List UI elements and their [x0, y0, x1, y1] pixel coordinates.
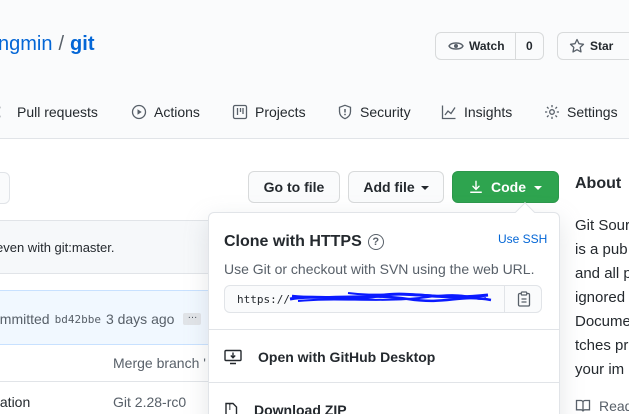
- readme-label: Read: [599, 398, 629, 414]
- clone-title-text: Clone with HTTPS: [224, 233, 362, 250]
- download-zip-label: Download ZIP: [254, 402, 347, 414]
- use-ssh-link[interactable]: Use SSH: [498, 232, 547, 246]
- tab-pull-requests[interactable]: Pull requests: [0, 104, 98, 120]
- clone-title: Clone with HTTPS ?: [224, 233, 384, 251]
- tab-actions[interactable]: Actions: [131, 104, 200, 120]
- tab-security[interactable]: Security: [337, 104, 411, 120]
- file-name-link[interactable]: tation: [0, 394, 30, 410]
- file-zip-icon: [225, 402, 238, 414]
- file-commit-message[interactable]: Git 2.28-rc0: [113, 394, 186, 410]
- shield-icon: [338, 104, 352, 120]
- dropdown-divider: [208, 329, 560, 330]
- desktop-download-icon: [224, 349, 242, 365]
- about-line: and all p: [575, 265, 629, 282]
- question-icon[interactable]: ?: [367, 234, 384, 250]
- dropdown-divider: [208, 382, 560, 383]
- about-line: ignored: [575, 289, 626, 306]
- eye-icon: [448, 42, 464, 50]
- clone-subtitle: Use Git or checkout with SVN using the w…: [224, 261, 535, 277]
- book-icon: [575, 399, 591, 412]
- repo-title: ngmin / git: [0, 33, 94, 56]
- tab-label: Projects: [255, 104, 306, 120]
- commit-time: 3 days ago: [105, 311, 175, 327]
- tab-label: Actions: [154, 104, 200, 120]
- branch-status-text: even with git:master.: [0, 240, 115, 255]
- about-line: tches pr: [575, 337, 629, 354]
- repo-name-link[interactable]: git: [70, 33, 94, 55]
- go-to-file-button[interactable]: Go to file: [248, 171, 340, 203]
- tab-label: Security: [360, 104, 411, 120]
- open-desktop-item[interactable]: Open with GitHub Desktop: [224, 349, 435, 365]
- tab-projects[interactable]: Projects: [232, 104, 306, 120]
- repo-separator: /: [58, 33, 65, 55]
- clipboard-icon: [517, 291, 530, 307]
- watch-button[interactable]: Watch 0: [435, 32, 544, 60]
- watch-label: Watch: [469, 39, 505, 53]
- branch-select-button[interactable]: [0, 172, 10, 204]
- play-icon: [131, 104, 147, 120]
- about-line: Git Sour: [575, 217, 629, 234]
- pull-request-icon: [0, 106, 1, 118]
- commit-expand-button[interactable]: …: [183, 311, 202, 325]
- add-file-label: Add file: [363, 179, 415, 195]
- tab-label: Insights: [464, 104, 513, 120]
- about-line: Docume: [575, 313, 629, 330]
- about-line: is a pub: [575, 241, 628, 258]
- gear-icon: [545, 105, 559, 119]
- about-description: Git Sour is a pub and all p ignored Docu…: [575, 214, 629, 382]
- redaction-scribble: [289, 292, 492, 303]
- download-zip-item[interactable]: Download ZIP: [224, 402, 347, 414]
- tab-insights[interactable]: Insights: [441, 104, 512, 120]
- latest-commit: ommitted bd42bbe 3 days ago …: [0, 311, 202, 327]
- readme-link[interactable]: Read: [575, 398, 629, 414]
- file-commit-message[interactable]: Merge branch ': [113, 355, 206, 371]
- star-icon: [569, 38, 585, 53]
- watch-count[interactable]: 0: [516, 39, 543, 53]
- commit-sha-link[interactable]: bd42bbe: [55, 313, 101, 326]
- repo-owner-link[interactable]: ngmin: [0, 33, 52, 55]
- copy-url-button[interactable]: [504, 285, 542, 313]
- add-file-button[interactable]: Add file: [348, 171, 444, 203]
- project-icon: [232, 104, 248, 120]
- download-icon: [470, 180, 482, 193]
- star-button[interactable]: Star: [557, 32, 629, 60]
- commit-prefix: ommitted: [0, 311, 50, 327]
- graph-icon: [441, 105, 456, 120]
- tab-settings[interactable]: Settings: [544, 104, 618, 120]
- go-to-file-label: Go to file: [263, 179, 325, 195]
- code-label: Code: [491, 179, 526, 195]
- tab-label: Settings: [567, 104, 618, 120]
- code-button[interactable]: Code: [452, 171, 559, 203]
- about-heading: About: [575, 175, 622, 192]
- chevron-down-icon: [420, 186, 429, 190]
- open-desktop-label: Open with GitHub Desktop: [258, 349, 436, 365]
- about-line: your im: [575, 361, 625, 378]
- row-divider: [0, 381, 215, 382]
- watch-main[interactable]: Watch: [436, 33, 516, 59]
- star-label: Star: [590, 39, 614, 53]
- tab-label: Pull requests: [17, 104, 98, 120]
- chevron-down-icon: [534, 186, 542, 190]
